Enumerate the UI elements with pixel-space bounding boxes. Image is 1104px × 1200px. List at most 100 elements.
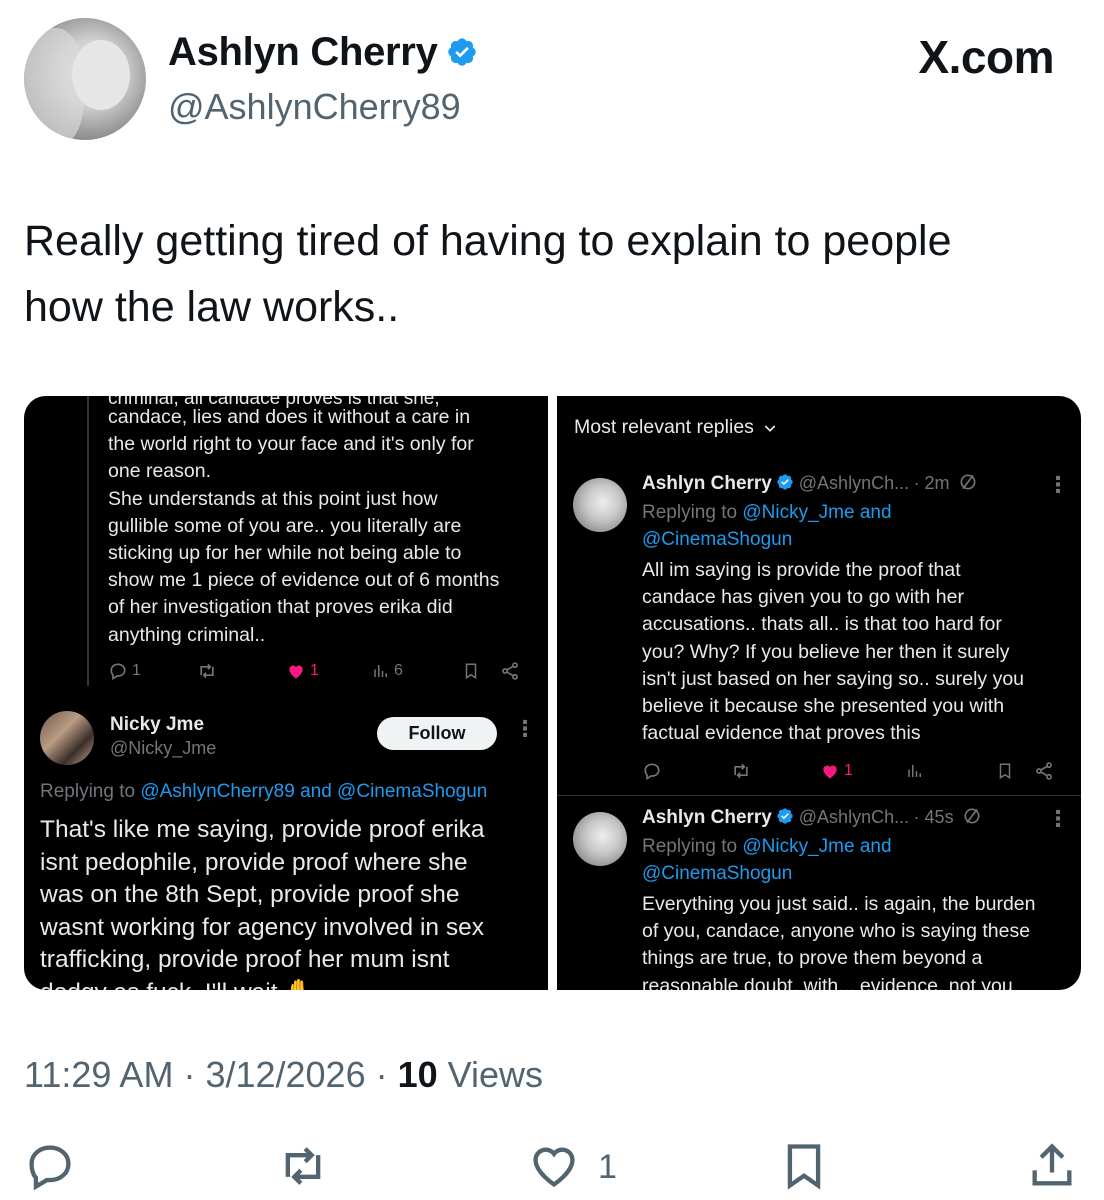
- repost-action[interactable]: [730, 761, 752, 781]
- reply-author-name[interactable]: Ashlyn Cherry: [642, 807, 772, 828]
- share-action[interactable]: [500, 661, 520, 681]
- repost-icon: [200, 663, 214, 679]
- attached-image-right[interactable]: Most relevant replies Ashlyn Cherry @Ash…: [557, 396, 1081, 990]
- share-icon: [502, 662, 518, 680]
- body-line: factual evidence that proves this: [642, 722, 921, 745]
- author-handle[interactable]: @AshlynCherry89: [168, 86, 461, 128]
- reply-count: 1: [132, 662, 141, 679]
- tweet-text-line: Really getting tired of having to explai…: [24, 217, 952, 265]
- replying-mentions[interactable]: @CinemaShogun: [642, 860, 892, 887]
- body-line: That's like me saying, provide proof eri…: [40, 816, 485, 843]
- reply-author-handle[interactable]: @Nicky_Jme: [110, 738, 216, 759]
- post-time[interactable]: 11:29 AM: [24, 1054, 173, 1095]
- reply-author-avatar[interactable]: [573, 478, 627, 532]
- like-icon[interactable]: [526, 1140, 582, 1192]
- reply-body: That's like me saying, provide proof eri…: [40, 814, 535, 990]
- post-meta: 11:29 AM · 3/12/2026 · 10 Views: [24, 1054, 543, 1096]
- tweet-text: Really getting tired of having to explai…: [24, 208, 1074, 340]
- author-display-name[interactable]: Ashlyn Cherry: [168, 30, 438, 74]
- reply-author-handle[interactable]: @AshlynCh...: [799, 473, 909, 493]
- reply-author-handle[interactable]: @AshlynCh...: [799, 807, 909, 827]
- chevron-down-icon: [764, 424, 776, 432]
- body-line: All im saying is provide the proof that: [642, 559, 961, 581]
- follow-button[interactable]: Follow: [377, 717, 497, 750]
- views-action[interactable]: 6: [372, 662, 403, 680]
- reply-header: Ashlyn Cherry @AshlynCh... · 2m: [642, 472, 1072, 495]
- author-avatar[interactable]: [24, 18, 146, 140]
- like-count: 1: [310, 662, 319, 679]
- bookmark-action[interactable]: [462, 661, 480, 681]
- reply-author-avatar[interactable]: [573, 812, 627, 866]
- reply-icon: [110, 663, 126, 680]
- bookmark-icon: [999, 763, 1011, 780]
- reply-icon: [644, 763, 660, 780]
- post-date[interactable]: 3/12/2026: [205, 1054, 365, 1095]
- replying-prefix: Replying to: [642, 836, 743, 857]
- meta-separator: ·: [365, 1054, 398, 1095]
- like-action[interactable]: 1: [286, 661, 319, 681]
- reply-header: Ashlyn Cherry @AshlynCh... · 45s: [642, 806, 1072, 829]
- replying-to: Replying to @AshlynCherry89 and @CinemaS…: [40, 778, 487, 805]
- like-count: 1: [844, 762, 853, 779]
- like-count: 1: [598, 1148, 617, 1186]
- bookmark-icon[interactable]: [778, 1140, 830, 1192]
- reply-author-avatar[interactable]: [40, 711, 94, 765]
- attached-image-left[interactable]: criminal, all candace proves is that she…: [24, 396, 548, 990]
- body-line: isn't just based on her saying so.. sure…: [642, 667, 1025, 690]
- reply-icon[interactable]: [24, 1140, 76, 1192]
- reply-timestamp[interactable]: · 45s: [914, 807, 954, 827]
- author-name-row[interactable]: Ashlyn Cherry: [168, 30, 478, 75]
- replying-mentions[interactable]: @Nicky_Jme and: [742, 502, 891, 523]
- reply-action[interactable]: [642, 761, 662, 781]
- quoted-post-body: candace, lies and does it without a care…: [108, 404, 538, 649]
- body-line: the world right to your face and it's on…: [108, 433, 474, 456]
- replying-mentions[interactable]: @Nicky_Jme and: [742, 836, 891, 857]
- reply-author-name[interactable]: Ashlyn Cherry: [642, 473, 772, 494]
- bookmark-action[interactable]: [996, 761, 1014, 781]
- grok-icon[interactable]: [958, 472, 978, 492]
- body-line: dodgy as fuck. I'll wait ✋: [40, 977, 535, 991]
- tweet-text-line: how the law works..: [24, 283, 400, 331]
- replying-to: Replying to @Nicky_Jme and @CinemaShogun: [642, 833, 892, 887]
- like-icon: [823, 765, 837, 779]
- quoted-post-actions: 1 1 6: [108, 658, 528, 684]
- meta-separator: ·: [173, 1054, 206, 1095]
- body-line: Everything you just said.. is again, the…: [642, 893, 1036, 915]
- sort-label: Most relevant replies: [574, 416, 754, 438]
- reply-author-name[interactable]: Nicky Jme: [110, 714, 204, 736]
- body-line: one reason.: [108, 460, 211, 483]
- replying-prefix: Replying to: [642, 502, 743, 523]
- reply-divider: [557, 795, 1081, 796]
- more-icon[interactable]: ⋮: [514, 716, 537, 742]
- repost-action[interactable]: [196, 661, 218, 681]
- more-icon[interactable]: ⋮: [1047, 472, 1070, 498]
- body-line: show me 1 piece of evidence out of 6 mon…: [108, 569, 500, 592]
- more-icon[interactable]: ⋮: [1047, 806, 1070, 832]
- share-action[interactable]: [1034, 761, 1054, 781]
- body-line: anything criminal..: [108, 623, 266, 646]
- thread-connector-line: [87, 396, 89, 686]
- repost-icon: [734, 763, 748, 779]
- views-action[interactable]: [906, 762, 924, 780]
- body-line: reasonable doubt, with... evidence, not …: [642, 974, 1013, 990]
- replies-sort-toggle[interactable]: Most relevant replies: [574, 416, 778, 439]
- share-icon[interactable]: [1026, 1140, 1078, 1192]
- replying-prefix: Replying to: [40, 781, 141, 802]
- views-label: Views: [437, 1054, 544, 1095]
- bookmark-icon: [465, 663, 477, 680]
- share-icon: [1036, 762, 1052, 780]
- repost-icon[interactable]: [275, 1140, 331, 1192]
- verified-badge-icon: [777, 808, 794, 824]
- replying-mentions[interactable]: @CinemaShogun: [642, 526, 892, 553]
- grok-icon[interactable]: [962, 806, 982, 826]
- body-line: candace, lies and does it without a care…: [108, 406, 471, 428]
- body-line: believe it because she presented you wit…: [642, 695, 1005, 718]
- reply-body: All im saying is provide the proof that …: [642, 557, 1072, 747]
- like-icon: [289, 665, 303, 679]
- reply-action[interactable]: 1: [108, 661, 141, 681]
- body-line: candace has given you to go with her: [642, 586, 964, 609]
- replying-mentions[interactable]: @AshlynCherry89 and @CinemaShogun: [140, 781, 487, 802]
- like-action[interactable]: 1: [820, 761, 853, 781]
- reply-timestamp[interactable]: · 2m: [914, 473, 950, 493]
- views-icon: [908, 765, 921, 777]
